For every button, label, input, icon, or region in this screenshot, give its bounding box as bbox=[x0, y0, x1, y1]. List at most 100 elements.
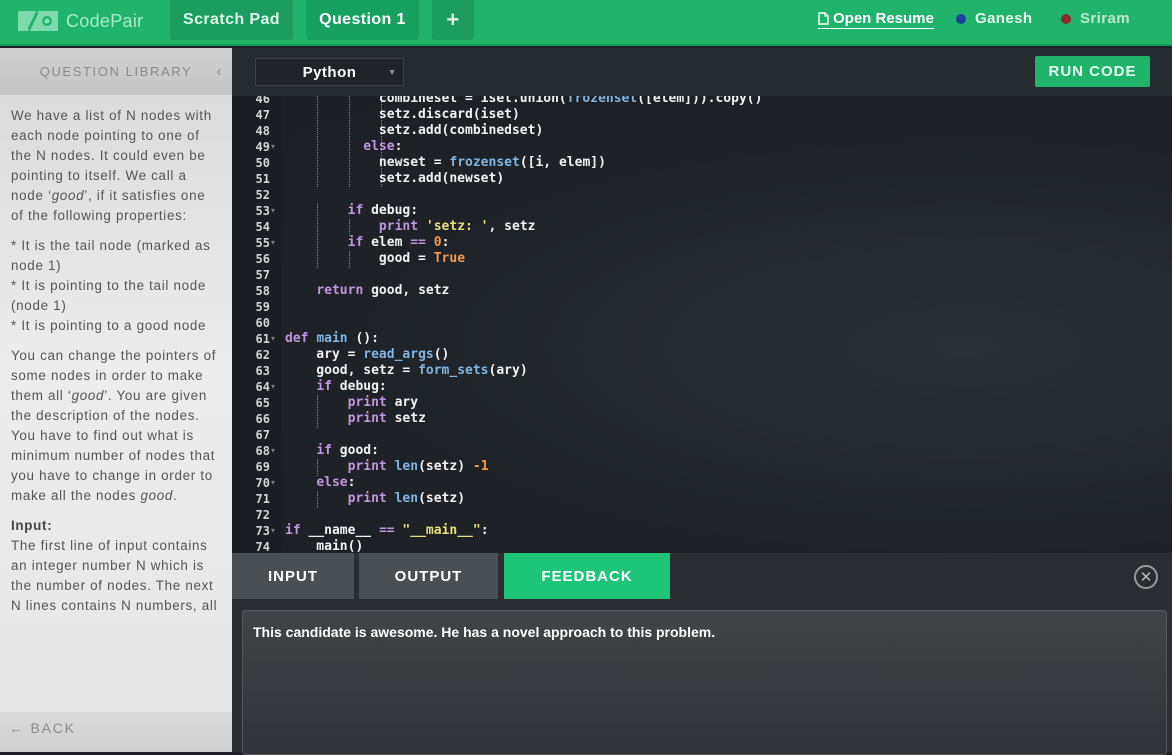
language-select[interactable]: Python ▼ bbox=[255, 58, 404, 86]
question-paragraph: You can change the pointers of some node… bbox=[11, 348, 217, 503]
code-line: setz.add(newset) bbox=[285, 171, 505, 186]
tab-question-1[interactable]: Question 1 bbox=[306, 0, 419, 40]
code-line: good, setz = form_sets(ary) bbox=[285, 363, 528, 378]
run-code-button[interactable]: RUN CODE bbox=[1035, 56, 1150, 87]
code-line: combineset = iset.union(frozenset([elem]… bbox=[285, 96, 763, 106]
line-number: 55 bbox=[255, 236, 270, 250]
fold-toggle-icon[interactable]: ▾ bbox=[271, 475, 275, 491]
chevron-left-icon[interactable]: ‹ bbox=[216, 63, 223, 80]
line-number: 72 bbox=[255, 508, 270, 522]
top-navigation-bar: CodePair Scratch Pad Question 1 + Open R… bbox=[0, 0, 1172, 46]
line-number: 47 bbox=[255, 108, 270, 122]
line-number: 52 bbox=[255, 188, 270, 202]
back-button[interactable]: ← BACK bbox=[0, 712, 232, 752]
user-name: Sriram bbox=[1080, 10, 1130, 27]
code-line: if __name__ == "__main__": bbox=[285, 523, 489, 538]
fold-toggle-icon[interactable]: ▾ bbox=[271, 203, 275, 219]
line-number: 74 bbox=[255, 540, 270, 553]
add-tab-button[interactable]: + bbox=[432, 0, 474, 40]
property-item: * It is pointing to the tail node (node … bbox=[11, 278, 207, 313]
line-number: 69 bbox=[255, 460, 270, 474]
user-name: Ganesh bbox=[975, 10, 1033, 27]
code-line: if debug: bbox=[316, 379, 387, 394]
user-status-dot bbox=[1061, 13, 1071, 24]
line-number: 48 bbox=[255, 124, 270, 138]
open-resume-link[interactable]: Open Resume bbox=[818, 10, 934, 29]
code-line: newset = frozenset([i, elem]) bbox=[285, 155, 606, 170]
codepair-logo[interactable]: CodePair bbox=[16, 8, 143, 34]
code-line: print setz bbox=[347, 411, 426, 426]
line-number: 63 bbox=[255, 364, 270, 378]
property-item: * It is pointing to a good node bbox=[11, 318, 207, 333]
feedback-panel: This candidate is awesome. He has a nove… bbox=[232, 600, 1172, 755]
fold-toggle-icon[interactable]: ▾ bbox=[271, 331, 275, 347]
line-number: 60 bbox=[255, 316, 270, 330]
line-number: 51 bbox=[255, 172, 270, 186]
line-number: 53 bbox=[255, 204, 270, 218]
line-number: 65 bbox=[255, 396, 270, 410]
code-line: print len(setz) -1 bbox=[347, 459, 489, 474]
close-icon[interactable]: ✕ bbox=[1134, 565, 1158, 589]
line-number: 61 bbox=[255, 332, 270, 346]
line-number: 58 bbox=[255, 284, 270, 298]
line-number: 59 bbox=[255, 300, 270, 314]
line-number: 66 bbox=[255, 412, 270, 426]
line-number: 64 bbox=[255, 380, 270, 394]
line-number: 56 bbox=[255, 252, 270, 266]
input-heading: Input: bbox=[11, 518, 53, 533]
sidebar-title: QUESTION LIBRARY bbox=[39, 64, 193, 79]
code-line: main() bbox=[285, 539, 364, 553]
question-description: We have a list of N nodes with each node… bbox=[11, 106, 221, 712]
code-line: print len(setz) bbox=[347, 491, 466, 506]
line-number: 68 bbox=[255, 444, 270, 458]
tab-feedback[interactable]: FEEDBACK bbox=[504, 553, 670, 599]
line-number: 54 bbox=[255, 220, 270, 234]
code-line: if elem == 0: bbox=[347, 235, 450, 250]
fold-toggle-icon[interactable]: ▾ bbox=[271, 235, 275, 251]
input-description: The first line of input contains an inte… bbox=[11, 538, 218, 613]
language-value: Python bbox=[302, 63, 357, 81]
user-ganesh: Ganesh bbox=[956, 10, 1032, 27]
property-item: * It is the tail node (marked as node 1) bbox=[11, 238, 211, 273]
fold-toggle-icon[interactable]: ▾ bbox=[271, 443, 275, 459]
line-number: 46 bbox=[255, 96, 270, 106]
code-line: def main (): bbox=[285, 331, 379, 346]
output-panel-tabs: INPUT OUTPUT FEEDBACK bbox=[232, 553, 1172, 600]
code-line: ary = read_args() bbox=[285, 347, 450, 362]
line-number: 50 bbox=[255, 156, 270, 170]
brand-name: CodePair bbox=[66, 10, 144, 31]
editor-toolbar: Python ▼ RUN CODE bbox=[232, 48, 1172, 96]
line-number: 71 bbox=[255, 492, 270, 506]
document-icon bbox=[818, 12, 829, 25]
code-line: print 'setz: ', setz bbox=[378, 219, 536, 234]
code-line: good = True bbox=[285, 251, 466, 266]
user-sriram: Sriram bbox=[1061, 10, 1130, 27]
code-editor[interactable]: 46 combineset = iset.union(frozenset([el… bbox=[232, 96, 1172, 553]
code-line: else: bbox=[316, 475, 356, 490]
code-line: setz.discard(iset) bbox=[285, 107, 520, 122]
tab-scratch-pad[interactable]: Scratch Pad bbox=[170, 0, 293, 40]
fold-toggle-icon[interactable]: ▾ bbox=[271, 379, 275, 395]
chevron-down-icon: ▼ bbox=[387, 67, 397, 77]
sidebar-header: QUESTION LIBRARY ‹ bbox=[0, 48, 232, 95]
code-line: setz.add(combinedset) bbox=[285, 123, 544, 138]
open-resume-label: Open Resume bbox=[833, 10, 934, 27]
question-library-sidebar: QUESTION LIBRARY ‹ We have a list of N n… bbox=[0, 48, 232, 752]
line-number: 73 bbox=[255, 524, 270, 538]
tab-output[interactable]: OUTPUT bbox=[359, 553, 498, 599]
code-line: if debug: bbox=[347, 203, 419, 218]
code-line: else: bbox=[363, 139, 403, 154]
fold-toggle-icon[interactable]: ▾ bbox=[271, 139, 275, 155]
question-paragraph: We have a list of N nodes with each node… bbox=[11, 108, 212, 223]
tab-input[interactable]: INPUT bbox=[232, 553, 354, 599]
line-number: 57 bbox=[255, 268, 270, 282]
line-number: 70 bbox=[255, 476, 270, 490]
user-status-dot bbox=[956, 13, 966, 24]
feedback-textarea[interactable]: This candidate is awesome. He has a nove… bbox=[242, 610, 1167, 755]
codepair-logo-icon bbox=[18, 11, 58, 31]
code-line: return good, setz bbox=[316, 283, 450, 298]
line-number: 62 bbox=[255, 348, 270, 362]
line-number: 67 bbox=[255, 428, 270, 442]
fold-toggle-icon[interactable]: ▾ bbox=[271, 523, 275, 539]
line-number: 49 bbox=[255, 140, 270, 154]
